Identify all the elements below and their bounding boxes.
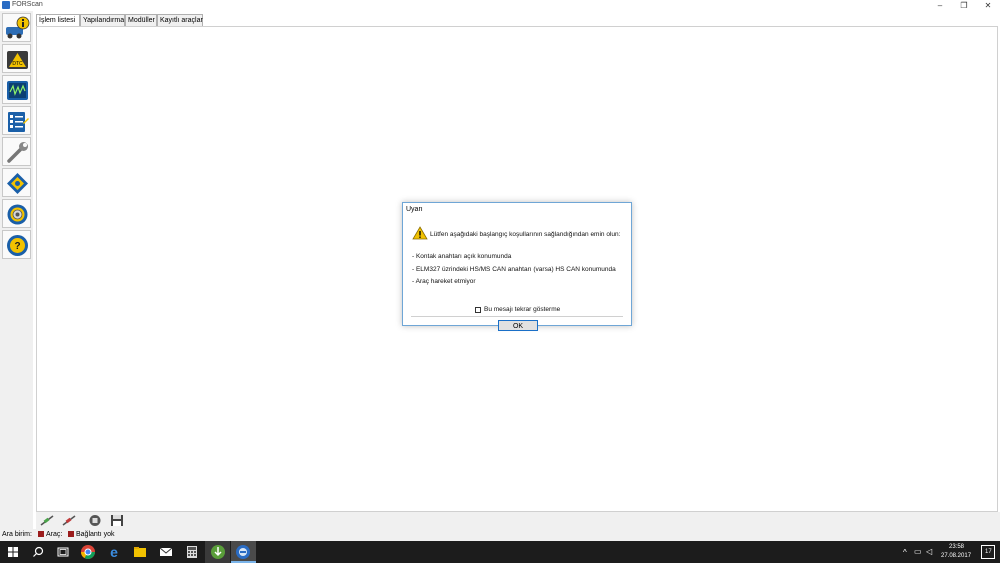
disconnect-button[interactable] [61,514,77,527]
dialog-body: Lütfen aşağıdaki başlangıç koşullarının … [403,217,631,331]
dialog-title: Uyarı [403,203,631,217]
dialog-message: Lütfen aşağıdaki başlangıç koşullarının … [430,231,621,238]
status-bar: Ara birim: Araç: Bağlantı yok [0,529,1000,541]
task-view-icon[interactable] [55,544,71,560]
title-bar: FORScan – ❐ ✕ [0,0,1000,11]
tab-label: Kayıtlı araçlar [160,17,203,24]
connection-label: Bağlantı yok [76,531,115,538]
tab-label: Modüller [128,17,155,24]
tab-label: Yapılandırma [83,17,125,24]
connection-indicator [68,531,74,538]
start-windows-icon[interactable] [5,544,21,560]
sidebar-oscilloscope[interactable] [2,75,31,104]
sidebar-help[interactable]: ? [2,230,31,259]
ok-button[interactable]: OK [498,320,538,331]
svg-text:DTC: DTC [12,61,23,67]
calculator-icon[interactable] [184,544,200,560]
sidebar-checklist[interactable] [2,106,31,135]
dtc-icon: DTC [7,51,28,69]
save-button[interactable] [109,514,125,527]
tab-saved-vehicles[interactable]: Kayıtlı araçlar [157,14,203,26]
wrench-icon [7,142,28,163]
restore-button[interactable]: ❐ [952,0,976,11]
condition-item: - ELM327 üzrindeki HS/MS CAN anahtarı (v… [412,266,616,273]
connect-button[interactable] [39,514,55,527]
connection-status: Bağlantı yok [66,529,115,541]
clock-time[interactable]: 23:58 [949,544,964,550]
svg-text:?: ? [14,241,20,252]
app-icon [2,1,10,9]
sidebar-service[interactable] [2,137,31,166]
condition-item: - Kontak anahtarı açık konumunda [412,253,512,260]
sidebar-dtc[interactable]: DTC [2,44,31,73]
settings-gear-icon [7,204,28,225]
stop-button[interactable] [87,514,103,527]
tab-configuration[interactable]: Yapılandırma [80,14,125,26]
mail-icon[interactable] [158,544,174,560]
tab-modules[interactable]: Modüller [125,14,157,26]
sidebar-module-config[interactable] [2,168,31,197]
action-center-button[interactable]: 17 [981,545,995,559]
chrome-icon[interactable] [80,544,96,560]
taskbar: e ^ ▭ ◁ 23:58 27.08.2017 17 [0,541,1000,563]
dont-show-again-checkbox[interactable] [475,307,481,313]
sidebar-settings[interactable] [2,199,31,228]
search-icon[interactable] [30,544,46,560]
battery-icon[interactable]: ▭ [914,547,922,556]
oscilloscope-icon [7,81,28,100]
svg-text:e: e [110,544,118,560]
connect-plug-icon [40,515,54,526]
torrent-app-icon[interactable] [210,544,226,560]
dialog-separator [411,316,623,317]
vehicle-label: Araç: [46,531,63,538]
help-icon: ? [7,235,28,256]
tray-chevron-icon[interactable]: ^ [903,548,907,557]
clock-date[interactable]: 27.08.2017 [941,553,971,559]
condition-item: - Araç hareket etmiyor [412,278,476,285]
close-button[interactable]: ✕ [976,0,1000,11]
file-explorer-icon[interactable] [132,544,148,560]
sidebar-vehicle-info[interactable] [2,13,31,42]
vehicle-info-icon [6,16,30,39]
save-floppy-icon [111,515,123,526]
tab-label: İşlem listesi [39,17,76,24]
bottom-toolbar [36,512,1000,529]
sidebar: DTC ? [0,11,33,529]
checkbox-label: Bu mesajı tekrar gösterme [484,306,561,313]
module-config-icon [7,173,28,194]
forscan-app-icon[interactable] [235,544,251,560]
window-title: FORScan [12,1,43,8]
volume-icon[interactable]: ◁ [926,547,932,556]
disconnect-plug-icon [62,515,76,526]
vehicle-indicator [38,531,44,538]
warning-icon [412,226,428,240]
stop-icon [89,515,101,526]
warning-dialog: Uyarı Lütfen aşağıdaki başlangıç koşulla… [402,202,632,331]
minimize-button[interactable]: – [928,0,952,11]
vehicle-status: Araç: [36,529,62,541]
notification-count: 17 [985,549,992,555]
checklist-icon [8,112,29,132]
interface-label: Ara birim: [2,531,32,538]
edge-icon[interactable]: e [106,544,122,560]
